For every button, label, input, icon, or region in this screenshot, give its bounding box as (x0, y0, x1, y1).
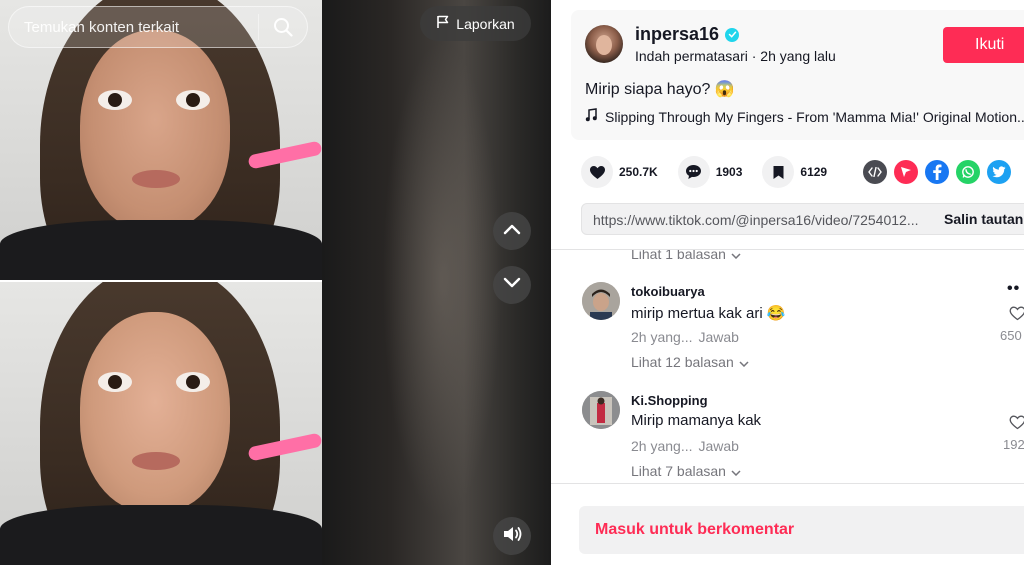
commenter-name[interactable]: Ki.Shopping (631, 393, 708, 408)
commenter-name[interactable]: tokoibuarya (631, 284, 705, 299)
author-subline: Indah permatasari · 2h yang lalu (635, 48, 836, 64)
embed-icon[interactable] (863, 160, 887, 184)
volume-button[interactable] (493, 517, 531, 555)
whatsapp-icon[interactable] (956, 160, 980, 184)
comment-time: 2h yang... (631, 438, 693, 454)
comment-like-button[interactable] (1009, 415, 1024, 435)
heart-icon (581, 156, 613, 188)
comment-list[interactable]: Lihat 1 balasan tokoibuarya mirip mertua… (551, 249, 1024, 483)
reply-button[interactable]: Jawab (699, 329, 739, 345)
previous-video-button[interactable] (493, 212, 531, 250)
follow-label: Ikuti (975, 36, 1005, 53)
reply-button[interactable]: Jawab (699, 438, 739, 454)
heart-outline-icon (1009, 306, 1024, 326)
video-panel-after (0, 282, 322, 565)
comment-like-count: 650 (1000, 328, 1022, 343)
view-replies-button[interactable]: Lihat 12 balasan (631, 354, 749, 370)
bookmark-icon (762, 156, 795, 188)
save-count: 6129 (800, 165, 828, 179)
author-avatar[interactable] (585, 25, 623, 63)
comment-input-bar: Masuk untuk berkomentar (551, 483, 1024, 565)
face-younger (80, 312, 230, 512)
comment-text: Mirip mamanya kak (631, 412, 762, 429)
twitter-icon[interactable] (987, 160, 1011, 184)
view-replies-button[interactable]: Lihat 7 balasan (631, 463, 741, 479)
more-options-icon[interactable]: •• (1007, 280, 1020, 298)
music-link[interactable]: Slipping Through My Fingers - From 'Mamm… (585, 108, 1024, 125)
save-button[interactable]: 6129 (762, 156, 827, 188)
face-older (80, 30, 230, 230)
view-replies-button[interactable]: Lihat 1 balasan (631, 250, 741, 262)
chevron-down-icon (731, 250, 741, 262)
flag-icon (436, 15, 450, 32)
video-caption: Mirip siapa hayo? 😱 (585, 81, 735, 98)
verified-badge-icon (725, 27, 740, 42)
heart-outline-icon (1009, 415, 1024, 435)
search-bar[interactable] (8, 6, 308, 48)
video-info-card: inpersa16 Indah permatasari · 2h yang la… (571, 10, 1024, 140)
comment-meta: 2h yang... Jawab (631, 329, 739, 345)
like-button[interactable]: 250.7K (581, 156, 658, 188)
report-button[interactable]: Laporkan (420, 6, 531, 41)
login-to-comment-button[interactable]: Masuk untuk berkomentar (579, 506, 1024, 554)
music-note-icon (585, 108, 597, 125)
chevron-down-icon (739, 354, 749, 370)
comment-meta: 2h yang... Jawab (631, 438, 739, 454)
like-count: 250.7K (619, 165, 658, 179)
music-title: Slipping Through My Fingers - From 'Mamm… (605, 108, 1024, 125)
share-icons (863, 160, 1011, 184)
comment-count: 1903 (715, 165, 743, 179)
comment-text: mirip mertua kak ari 😂 (631, 305, 786, 322)
report-label: Laporkan (456, 15, 515, 32)
video-frame[interactable] (0, 0, 322, 565)
facebook-icon[interactable] (925, 160, 949, 184)
post-time: 2h yang lalu (760, 48, 836, 64)
copy-link-button[interactable]: Salin tautan (944, 204, 1023, 234)
author-display-name: Indah permatasari (635, 48, 748, 64)
comment-time: 2h yang... (631, 329, 693, 345)
chevron-up-icon (503, 222, 521, 240)
follow-button[interactable]: Ikuti (943, 27, 1024, 63)
commenter-avatar[interactable] (582, 391, 620, 429)
video-url: https://www.tiktok.com/@inpersa16/video/… (593, 212, 919, 228)
tiktok-video-page: Laporkan inpersa16 (0, 0, 1024, 565)
author-username-row[interactable]: inpersa16 (635, 24, 740, 45)
meta-separator: · (747, 48, 761, 64)
speaker-icon (502, 525, 522, 548)
chevron-down-icon (731, 463, 741, 479)
send-icon[interactable] (894, 160, 918, 184)
search-icon[interactable] (259, 7, 307, 47)
comment-like-count: 192 (1003, 437, 1024, 452)
search-input[interactable] (9, 7, 258, 47)
comment-button[interactable]: 1903 (677, 156, 743, 188)
next-video-button[interactable] (493, 266, 531, 304)
copy-link-row: https://www.tiktok.com/@inpersa16/video/… (581, 203, 1024, 235)
detail-sidebar: inpersa16 Indah permatasari · 2h yang la… (551, 0, 1024, 565)
commenter-avatar[interactable] (582, 282, 620, 320)
engagement-bar: 250.7K 1903 6129 (581, 156, 847, 188)
comment-like-button[interactable] (1009, 306, 1024, 326)
video-player[interactable]: Laporkan (0, 0, 551, 565)
chevron-down-icon (503, 276, 521, 294)
comment-bubble-icon (677, 156, 710, 188)
author-username[interactable]: inpersa16 (635, 24, 719, 45)
